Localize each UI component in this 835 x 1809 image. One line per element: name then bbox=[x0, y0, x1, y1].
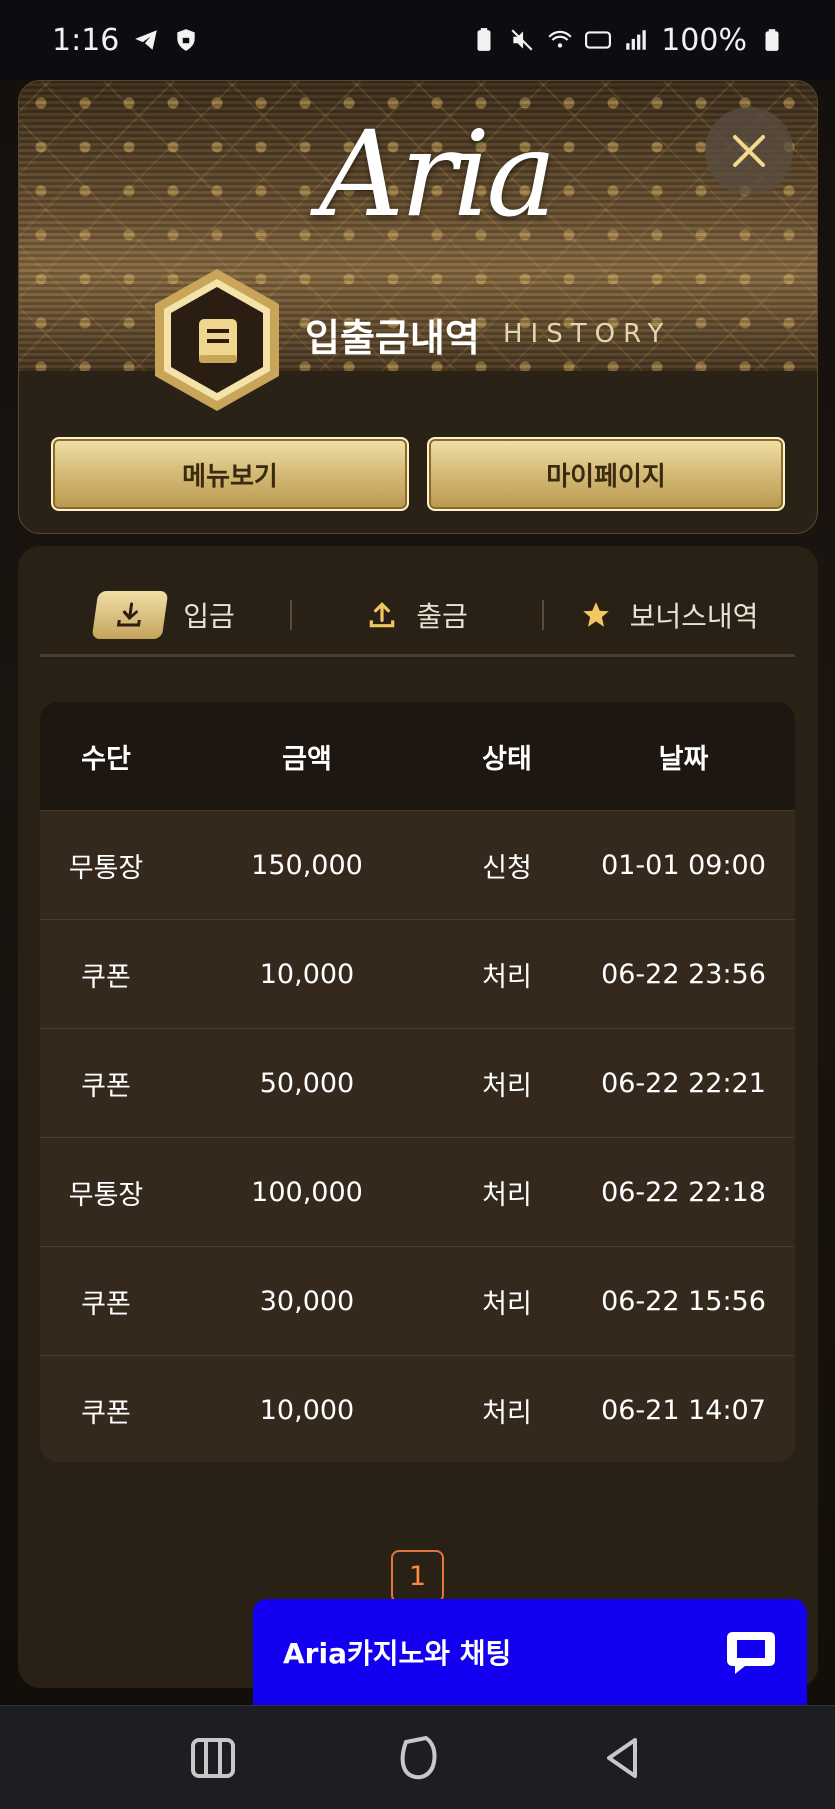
table-row: 쿠폰 30,000 처리 06-22 15:56 bbox=[40, 1246, 795, 1355]
cell-status: 처리 bbox=[482, 1288, 532, 1320]
mypage-button[interactable]: 마이페이지 bbox=[427, 437, 785, 511]
history-table: 수단 금액 상태 날짜 무통장 150,000 신청 01-01 09:00 쿠… bbox=[40, 702, 795, 1462]
battery-icon bbox=[765, 29, 779, 51]
pagination-page-1[interactable]: 1 bbox=[391, 1550, 444, 1603]
status-bar: 1:16 100% bbox=[0, 0, 835, 80]
history-header-panel: Aria 입출금내역 HISTORY 메뉴보기 마이페이지 bbox=[18, 80, 818, 534]
tab-bonus-label: 보너스내역 bbox=[629, 599, 759, 633]
cell-status: 처리 bbox=[482, 961, 532, 993]
back-icon[interactable] bbox=[597, 1732, 649, 1784]
android-nav-bar bbox=[0, 1705, 835, 1809]
tab-withdraw[interactable]: 출금 bbox=[292, 595, 542, 635]
book-badge-icon bbox=[155, 269, 279, 411]
shield-lock-icon bbox=[177, 29, 196, 51]
cell-method: 쿠폰 bbox=[81, 1070, 131, 1102]
tab-bonus[interactable]: 보너스내역 bbox=[544, 595, 794, 635]
chat-bubble-icon bbox=[727, 1632, 775, 1674]
chat-button-label: Aria카지노와 채팅 bbox=[283, 1637, 512, 1670]
tab-deposit[interactable]: 입금 bbox=[40, 590, 290, 639]
battery-saver-icon bbox=[477, 28, 491, 51]
cell-status: 처리 bbox=[482, 1397, 532, 1429]
download-icon bbox=[91, 590, 169, 639]
close-button[interactable] bbox=[705, 107, 793, 195]
upload-icon bbox=[369, 601, 395, 627]
tab-deposit-label: 입금 bbox=[183, 599, 235, 633]
cell-date: 06-22 23:56 bbox=[601, 958, 766, 990]
menu-button[interactable]: 메뉴보기 bbox=[51, 437, 409, 511]
table-row: 무통장 150,000 신청 01-01 09:00 bbox=[40, 810, 795, 919]
hd-icon bbox=[585, 31, 612, 49]
table-row: 쿠폰 10,000 처리 06-22 23:56 bbox=[40, 919, 795, 1028]
home-icon[interactable] bbox=[392, 1732, 444, 1784]
cell-amount: 100,000 bbox=[251, 1176, 363, 1208]
cell-method: 쿠폰 bbox=[81, 1288, 131, 1320]
page-subtitle: HISTORY bbox=[503, 319, 672, 349]
column-header-status: 상태 bbox=[482, 743, 532, 775]
tab-withdraw-label: 출금 bbox=[416, 599, 468, 633]
cell-amount: 10,000 bbox=[259, 958, 355, 990]
cell-amount: 50,000 bbox=[259, 1067, 355, 1099]
page-title: 입출금내역 bbox=[305, 316, 480, 360]
signal-icon bbox=[626, 30, 646, 50]
wifi-icon bbox=[548, 30, 572, 48]
star-icon bbox=[582, 601, 609, 627]
cell-amount: 10,000 bbox=[259, 1394, 355, 1426]
status-time: 1:16 bbox=[52, 22, 120, 58]
battery-percent: 100% bbox=[661, 22, 747, 58]
telegram-icon bbox=[135, 30, 158, 50]
chat-button[interactable]: Aria카지노와 채팅 bbox=[253, 1599, 807, 1705]
mute-icon bbox=[511, 29, 533, 51]
cell-status: 처리 bbox=[482, 1179, 532, 1211]
cell-date: 01-01 09:00 bbox=[601, 849, 766, 881]
cell-date: 06-22 15:56 bbox=[601, 1285, 766, 1317]
table-row: 쿠폰 10,000 처리 06-21 14:07 bbox=[40, 1355, 795, 1462]
cell-method: 쿠폰 bbox=[81, 1397, 131, 1429]
column-header-amount: 금액 bbox=[282, 743, 332, 775]
column-header-date: 날짜 bbox=[658, 743, 709, 775]
cell-amount: 30,000 bbox=[259, 1285, 355, 1317]
table-row: 무통장 100,000 처리 06-22 22:18 bbox=[40, 1137, 795, 1246]
cell-status: 신청 bbox=[482, 852, 532, 884]
column-header-method: 수단 bbox=[81, 743, 131, 775]
aria-logo: Aria bbox=[319, 105, 557, 243]
cell-date: 06-22 22:18 bbox=[601, 1176, 766, 1208]
close-icon bbox=[733, 135, 765, 167]
cell-method: 쿠폰 bbox=[81, 961, 131, 993]
cell-date: 06-22 22:21 bbox=[601, 1067, 766, 1099]
table-header: 수단 금액 상태 날짜 bbox=[40, 702, 795, 810]
recent-apps-icon[interactable] bbox=[187, 1732, 239, 1784]
history-tabs: 입금 출금 보너스내역 bbox=[40, 575, 795, 657]
cell-date: 06-21 14:07 bbox=[601, 1394, 766, 1426]
table-row: 쿠폰 50,000 처리 06-22 22:21 bbox=[40, 1028, 795, 1137]
cell-method: 무통장 bbox=[68, 852, 144, 884]
cell-amount: 150,000 bbox=[251, 849, 363, 881]
cell-method: 무통장 bbox=[68, 1179, 144, 1211]
cell-status: 처리 bbox=[482, 1070, 532, 1102]
